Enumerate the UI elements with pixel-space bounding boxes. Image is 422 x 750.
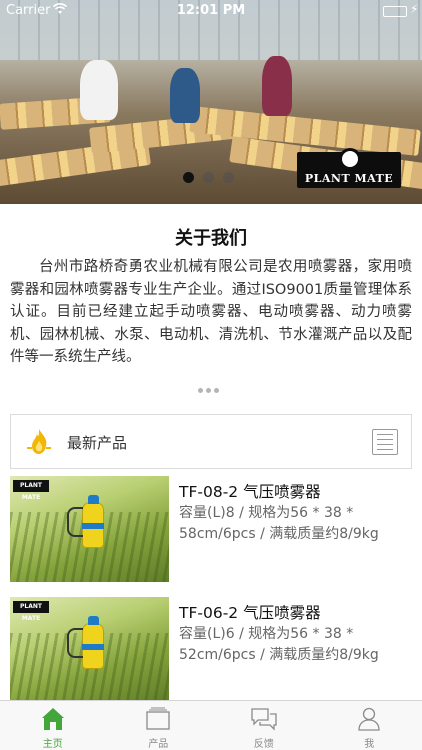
worker-figure (262, 56, 292, 116)
tab-home[interactable]: 主页 (0, 701, 106, 750)
hero-banner[interactable]: PLANT MATE (0, 0, 422, 204)
worker-figure (170, 68, 200, 123)
flame-icon (26, 427, 52, 457)
tab-label: 产品 (148, 739, 169, 750)
more-dot (198, 388, 203, 393)
status-bar: Carrier 12:01 PM ⚡ (0, 0, 422, 22)
tab-label: 主页 (42, 739, 63, 750)
brand-logo: PLANT MATE (297, 148, 401, 188)
product-specs: 容量(L)6 / 规格为56 * 38 * 52cm/6pcs / 满载质量约8… (179, 626, 379, 663)
about-title: 关于我们 (175, 228, 247, 249)
home-icon (40, 706, 66, 732)
list-icon[interactable] (372, 429, 398, 455)
carousel-dot[interactable] (183, 172, 194, 183)
sprayer-image (67, 616, 104, 669)
tab-me[interactable]: 我 (317, 701, 422, 750)
charging-icon: ⚡ (410, 2, 419, 16)
product-thumbnail: PLANT MATE (10, 597, 169, 703)
product-title: TF-08-2 气压喷雾器 (179, 483, 321, 501)
clock: 12:01 PM (176, 3, 246, 18)
sprayer-image (67, 495, 104, 548)
carousel-dot[interactable] (223, 172, 234, 183)
product-title: TF-06-2 气压喷雾器 (179, 604, 321, 622)
carousel-indicator[interactable] (183, 172, 234, 183)
tab-bar: 主页 产品 反馈 我 (0, 700, 422, 750)
section-title: 最新产品 (67, 434, 128, 452)
more-indicator[interactable] (198, 388, 219, 393)
thumb-logo: PLANT MATE (13, 480, 49, 501)
thumb-logo: PLANT MATE (13, 601, 49, 622)
battery-icon (383, 6, 407, 17)
tab-label: 我 (364, 739, 375, 750)
about-description: 台州市路桥奇勇农业机械有限公司是农用喷雾器，家用喷雾器和园林喷雾器专业生产企业。… (10, 259, 412, 365)
tab-products[interactable]: 产品 (106, 701, 212, 750)
brand-logo-text: PLANT MATE (304, 172, 394, 185)
tab-label: 反馈 (253, 739, 274, 750)
product-specs: 容量(L)8 / 规格为56 * 38 * 58cm/6pcs / 满载质量约8… (179, 505, 379, 542)
carousel-dot[interactable] (203, 172, 214, 183)
mascot-icon (339, 148, 361, 170)
product-thumbnail: PLANT MATE (10, 476, 169, 582)
feedback-icon (251, 706, 277, 732)
worker-figure (80, 60, 118, 120)
product-icon (145, 706, 171, 732)
product-item[interactable]: PLANT MATE TF-06-2 气压喷雾器 容量(L)6 / 规格为56 … (10, 597, 412, 705)
profile-icon (356, 706, 382, 732)
more-dot (206, 388, 211, 393)
tab-feedback[interactable]: 反馈 (211, 701, 317, 750)
more-dot (214, 388, 219, 393)
product-item[interactable]: PLANT MATE TF-08-2 气压喷雾器 容量(L)8 / 规格为56 … (10, 476, 412, 584)
latest-products-header[interactable]: 最新产品 (10, 414, 412, 469)
